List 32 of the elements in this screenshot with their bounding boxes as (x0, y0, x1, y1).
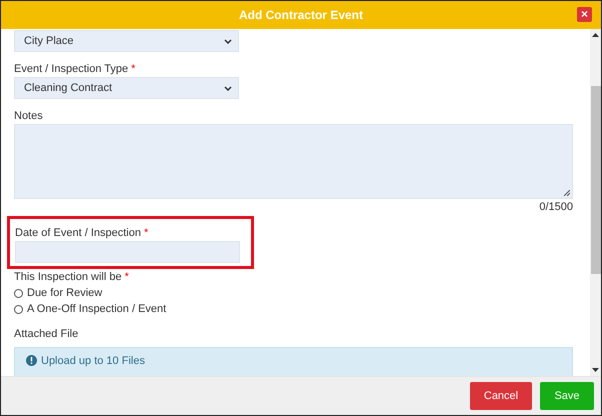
date-field[interactable] (15, 241, 240, 263)
chevron-down-icon (224, 86, 232, 90)
dropdown-value: City Place (24, 35, 74, 47)
required-mark: * (144, 227, 148, 239)
radio-button[interactable] (14, 288, 23, 298)
dialog-title: Add Contractor Event (238, 8, 363, 22)
close-button[interactable]: × (577, 7, 592, 22)
chevron-down-icon (224, 38, 232, 44)
required-mark: * (131, 63, 136, 75)
scroll-down-icon[interactable] (592, 368, 599, 372)
save-button[interactable]: Save (540, 382, 594, 410)
dropdown-value: Cleaning Contract (24, 82, 112, 94)
dropdown-field[interactable]: City Place (14, 30, 239, 52)
scrollbar-thumb[interactable] (591, 86, 601, 274)
cancel-button[interactable]: Cancel (470, 382, 532, 410)
scrollbar[interactable] (590, 29, 601, 376)
field-label: Event / Inspection Type (14, 63, 128, 75)
info-icon (26, 355, 37, 366)
dropdown-field[interactable]: Cleaning Contract (14, 77, 239, 99)
radio-label: Due for Review (27, 287, 102, 299)
field-label: Date of Event / Inspection (15, 227, 141, 239)
field-label: Attached File (14, 328, 78, 340)
scroll-up-icon[interactable] (592, 33, 599, 37)
character-counter: 0/1500 (539, 201, 573, 213)
radio-button[interactable] (14, 304, 23, 314)
field-label: Notes (14, 110, 43, 122)
upload-info-text: Upload up to 10 Files (41, 355, 145, 367)
notes-field[interactable] (14, 124, 573, 199)
field-label: This Inspection will be (14, 271, 122, 283)
radio-label: A One-Off Inspection / Event (27, 303, 166, 315)
required-mark: * (124, 271, 129, 283)
resize-grip-icon (564, 190, 570, 196)
